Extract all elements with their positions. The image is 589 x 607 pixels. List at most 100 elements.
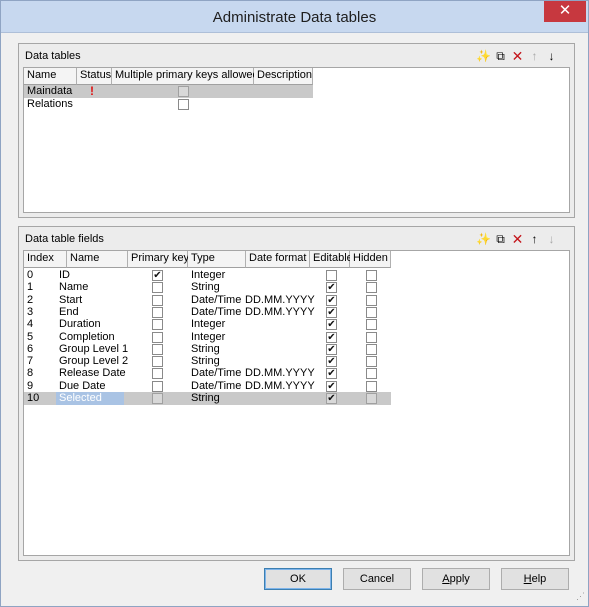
column-header-name[interactable]: Name	[67, 251, 128, 268]
column-header-primary-key[interactable]: Primary key	[128, 251, 189, 268]
cancel-button[interactable]: Cancel	[343, 568, 411, 590]
table-row[interactable]: Relations	[24, 98, 313, 111]
primary-key-checkbox[interactable]	[152, 393, 163, 404]
column-header-multiple-primary-keys-allowed[interactable]: Multiple primary keys allowed	[112, 68, 259, 85]
primary-key-checkbox[interactable]	[152, 319, 163, 331]
field-type-cell[interactable]: String	[188, 392, 220, 405]
table-row[interactable]: 6 Group Level 1 String ✔	[24, 343, 391, 356]
table-row[interactable]: 1 Name String ✔	[24, 281, 391, 294]
hidden-checkbox[interactable]	[366, 306, 377, 318]
apply-button[interactable]: Apply	[422, 568, 490, 590]
editable-checkbox[interactable]: ✔	[326, 306, 337, 318]
field-index-cell[interactable]: 10	[24, 392, 39, 405]
primary-key-checkbox[interactable]	[152, 306, 163, 318]
hidden-checkbox[interactable]	[366, 270, 377, 281]
editable-checkbox[interactable]	[326, 270, 337, 281]
field-name-cell[interactable]: Selected	[56, 392, 124, 405]
column-header-hidden[interactable]: Hidden	[350, 251, 391, 268]
editable-checkbox[interactable]: ✔	[326, 368, 337, 380]
ok-button[interactable]: OK	[264, 568, 332, 590]
hidden-checkbox[interactable]	[366, 368, 377, 380]
field-index-cell[interactable]: 6	[24, 343, 33, 356]
field-type-cell[interactable]: Date/Time	[188, 306, 241, 319]
date-format-cell[interactable]	[242, 343, 245, 356]
field-type-cell[interactable]: String	[188, 343, 220, 356]
primary-key-checkbox[interactable]	[152, 343, 163, 355]
column-header-date-format[interactable]: Date format	[246, 251, 310, 268]
field-type-cell[interactable]: Date/Time	[188, 380, 241, 393]
primary-key-checkbox[interactable]	[152, 368, 163, 380]
field-index-cell[interactable]: 0	[24, 269, 33, 282]
help-button[interactable]: Help	[501, 568, 569, 590]
date-format-cell[interactable]	[242, 392, 245, 405]
hidden-checkbox[interactable]	[366, 356, 377, 368]
multiple-primary-keys-checkbox[interactable]	[178, 99, 189, 110]
move-down-icon[interactable]: ↓	[544, 49, 559, 64]
hidden-checkbox[interactable]	[366, 319, 377, 331]
table-row[interactable]: 7 Group Level 2 String ✔	[24, 355, 391, 368]
table-row[interactable]: 8 Release Date Date/Time DD.MM.YYYY ✔	[24, 367, 391, 380]
field-name-cell[interactable]: Release Date	[56, 367, 126, 380]
primary-key-checkbox[interactable]	[152, 294, 163, 306]
date-format-cell[interactable]: DD.MM.YYYY	[242, 367, 315, 380]
column-header-name[interactable]: Name	[24, 68, 77, 85]
title-bar[interactable]: Administrate Data tables ✕	[1, 1, 588, 33]
multiple-primary-keys-checkbox[interactable]	[178, 86, 189, 97]
field-name-cell[interactable]: End	[56, 306, 124, 319]
copy-icon[interactable]: ⧉	[493, 232, 508, 247]
field-index-cell[interactable]: 8	[24, 367, 33, 380]
field-name-cell[interactable]: Completion	[56, 331, 124, 344]
table-row[interactable]: 4 Duration Integer ✔	[24, 318, 391, 331]
description-cell[interactable]	[254, 85, 257, 98]
data-table-fields-grid[interactable]: Index Name Primary key Type Date format Edita…	[23, 250, 570, 556]
date-format-cell[interactable]: DD.MM.YYYY	[242, 380, 315, 393]
delete-icon[interactable]: ✕	[510, 49, 525, 64]
new-icon[interactable]: ✨	[476, 49, 491, 64]
field-index-cell[interactable]: 7	[24, 355, 33, 368]
table-row[interactable]: 10 Selected String ✔	[24, 392, 391, 405]
new-icon[interactable]: ✨	[476, 232, 491, 247]
editable-checkbox[interactable]: ✔	[326, 294, 337, 306]
field-index-cell[interactable]: 2	[24, 294, 33, 307]
field-index-cell[interactable]: 3	[24, 306, 33, 319]
copy-icon[interactable]: ⧉	[493, 49, 508, 64]
column-header-editable[interactable]: Editable	[310, 251, 353, 268]
field-name-cell[interactable]: Group Level 1	[56, 343, 128, 356]
hidden-checkbox[interactable]	[366, 331, 377, 343]
hidden-checkbox[interactable]	[366, 393, 377, 404]
table-row[interactable]: 5 Completion Integer ✔	[24, 331, 391, 344]
field-type-cell[interactable]: Integer	[188, 269, 225, 282]
field-type-cell[interactable]: Integer	[188, 318, 225, 331]
field-name-cell[interactable]: Start	[56, 294, 124, 307]
field-type-cell[interactable]: String	[188, 281, 220, 294]
table-row[interactable]: 2 Start Date/Time DD.MM.YYYY ✔	[24, 294, 391, 307]
primary-key-checkbox[interactable]	[152, 380, 163, 392]
editable-checkbox[interactable]: ✔	[326, 393, 337, 404]
date-format-cell[interactable]	[242, 269, 245, 282]
table-name-cell[interactable]: Maindata	[24, 85, 72, 98]
field-type-cell[interactable]: Integer	[188, 331, 225, 344]
editable-checkbox[interactable]: ✔	[326, 282, 337, 294]
hidden-checkbox[interactable]	[366, 343, 377, 355]
resize-grip-icon[interactable]: ⋰	[576, 592, 588, 605]
field-index-cell[interactable]: 9	[24, 380, 33, 393]
editable-checkbox[interactable]: ✔	[326, 331, 337, 343]
date-format-cell[interactable]	[242, 355, 245, 368]
table-row[interactable]: Maindata!	[24, 85, 313, 98]
primary-key-checkbox[interactable]	[152, 356, 163, 368]
field-index-cell[interactable]: 1	[24, 281, 33, 294]
field-index-cell[interactable]: 4	[24, 318, 33, 331]
field-type-cell[interactable]: String	[188, 355, 220, 368]
primary-key-checkbox[interactable]	[152, 331, 163, 343]
description-cell[interactable]	[254, 98, 257, 111]
column-header-index[interactable]: Index	[24, 251, 67, 268]
date-format-cell[interactable]	[242, 331, 245, 344]
field-name-cell[interactable]: Due Date	[56, 380, 124, 393]
delete-icon[interactable]: ✕	[510, 232, 525, 247]
column-header-type[interactable]: Type	[188, 251, 246, 268]
hidden-checkbox[interactable]	[366, 380, 377, 392]
table-row[interactable]: 3 End Date/Time DD.MM.YYYY ✔	[24, 306, 391, 319]
close-button[interactable]: ✕	[544, 1, 586, 22]
column-header-description[interactable]: Description	[254, 68, 313, 85]
primary-key-checkbox[interactable]: ✔	[152, 270, 163, 281]
